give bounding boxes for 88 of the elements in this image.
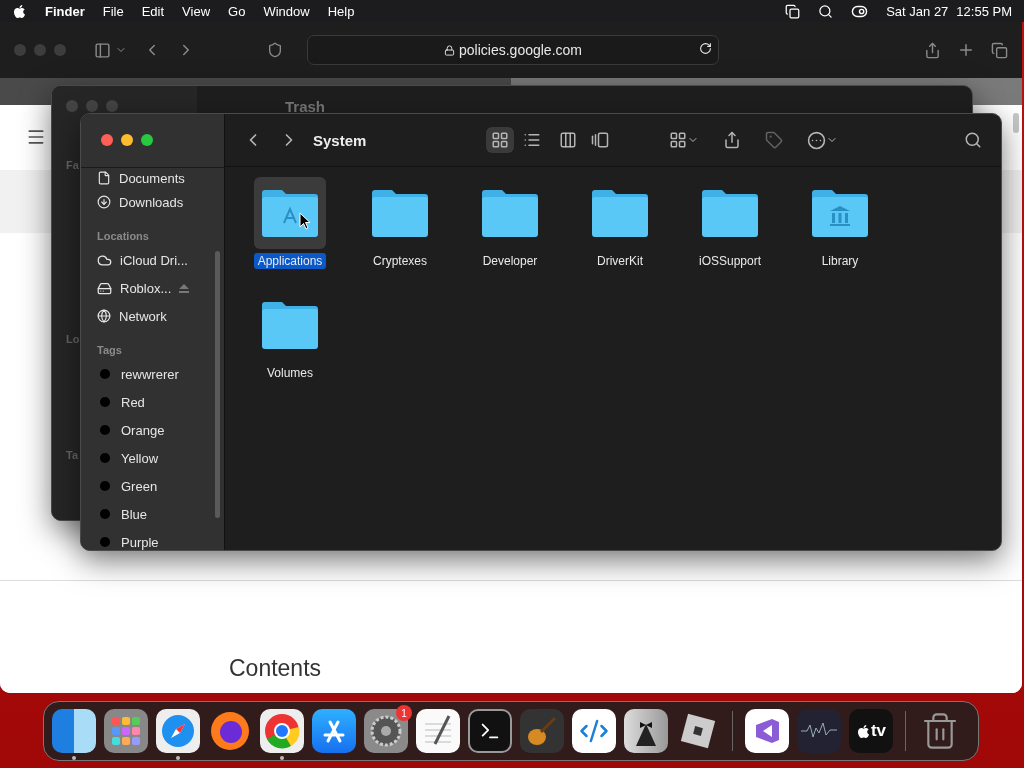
code-icon[interactable] [572, 709, 616, 753]
new-tab-icon[interactable] [957, 41, 975, 59]
folder-label[interactable]: Applications [253, 253, 327, 269]
lock-icon [444, 44, 455, 56]
split-square-icon[interactable] [52, 709, 96, 753]
menu-item[interactable]: Finder [45, 3, 85, 19]
tabs-icon[interactable] [991, 41, 1008, 59]
sidebar-heading: Ta [66, 449, 79, 461]
waveform-icon[interactable] [797, 709, 841, 753]
sidebar-item[interactable]: Purple [97, 528, 214, 550]
menu-icon[interactable] [26, 127, 46, 147]
menu-bar-date: Sat Jan 27 [886, 3, 949, 19]
apple-menu-icon[interactable] [12, 3, 27, 19]
close-button[interactable] [101, 134, 113, 146]
app-grid-icon[interactable] [104, 709, 148, 753]
menu-bar-time: 12:55 PM [956, 3, 1012, 19]
address-field[interactable]: policies.google.com [307, 35, 719, 65]
tag-dot [100, 425, 110, 435]
menu-item[interactable]: File [102, 3, 124, 19]
menu-item[interactable]: Go [228, 3, 246, 19]
sidebar-item[interactable]: Yellow [97, 444, 214, 472]
sidebar-item[interactable]: Network [97, 302, 214, 330]
eject-icon [179, 283, 190, 293]
tag-dot [100, 509, 110, 519]
page-heading: Contents [229, 655, 322, 682]
folder-label[interactable]: Developer [478, 253, 542, 269]
screen-mirroring-icon[interactable] [785, 3, 801, 19]
download-icon [97, 195, 111, 209]
sidebar-item[interactable]: Orange [97, 416, 214, 444]
sidebar-item[interactable]: Downloads [97, 188, 214, 216]
tag-dot [100, 453, 110, 463]
tv-tile[interactable]: tv [849, 709, 893, 753]
tag-dot [100, 369, 110, 379]
cloud-icon [97, 252, 112, 268]
folder-icon [590, 187, 650, 239]
menu-item[interactable]: Help [327, 3, 355, 19]
search-icon[interactable] [818, 3, 834, 19]
folder-label[interactable]: Volumes [263, 365, 317, 381]
tag-dot [100, 481, 110, 491]
menu-item[interactable]: Edit [141, 3, 165, 19]
scrollbar [1013, 113, 1019, 133]
sidebar-heading: Lo [66, 333, 80, 345]
drive-icon [97, 280, 112, 296]
sidebar-item[interactable]: Blue [97, 500, 214, 528]
notepad-icon[interactable] [416, 709, 460, 753]
zoom-button[interactable] [141, 134, 153, 146]
compass-icon[interactable] [156, 709, 200, 753]
app-store-icon[interactable] [312, 709, 356, 753]
sidebar-item[interactable]: Green [97, 472, 214, 500]
folder-icon [370, 187, 430, 239]
sidebar-item[interactable]: Red [97, 388, 214, 416]
folder-label[interactable]: iOSSupport [694, 253, 765, 269]
terminal-icon[interactable] [468, 709, 512, 753]
minimize-button[interactable] [121, 134, 133, 146]
sidebar-icon[interactable] [94, 41, 111, 59]
sidebar-item[interactable]: Documents [97, 168, 214, 188]
folder-icon [810, 187, 870, 239]
cursor-icon [299, 212, 311, 230]
grid-view-icon[interactable] [486, 127, 515, 153]
globe-icon [97, 309, 111, 323]
sidebar-item[interactable]: rewwrerer [97, 360, 214, 388]
window-title: System [313, 131, 367, 149]
folder-icon [480, 187, 540, 239]
sidebar-heading: Tags [97, 344, 123, 356]
menu-item[interactable]: View [182, 3, 211, 19]
tv-label: tv [870, 721, 887, 741]
shield-icon[interactable] [267, 42, 283, 58]
menu-item[interactable]: Window [263, 3, 310, 19]
folder-label[interactable]: Library [817, 253, 863, 269]
tag-dot [100, 537, 110, 547]
sidebar-heading: Fa [66, 159, 79, 171]
folder-label[interactable]: DriverKit [593, 253, 647, 269]
apple-icon [855, 723, 871, 739]
window-title: Trash [285, 98, 327, 115]
reload-icon[interactable] [699, 42, 712, 55]
folder-label[interactable]: Cryptexes [369, 253, 431, 269]
share-icon[interactable] [924, 41, 941, 59]
sidebar-item[interactable]: Roblox... [97, 274, 214, 302]
sidebar-heading: Locations [97, 230, 150, 242]
document-icon [97, 171, 111, 185]
sidebar-item[interactable]: iCloud Dri... [97, 246, 214, 274]
ring-icon[interactable] [260, 709, 304, 753]
folder-icon [260, 187, 320, 239]
guitar-icon[interactable] [520, 709, 564, 753]
folder-icon [260, 299, 320, 351]
tag-dot [100, 397, 110, 407]
notification-badge: 1 [396, 705, 412, 721]
folder-icon [700, 187, 760, 239]
